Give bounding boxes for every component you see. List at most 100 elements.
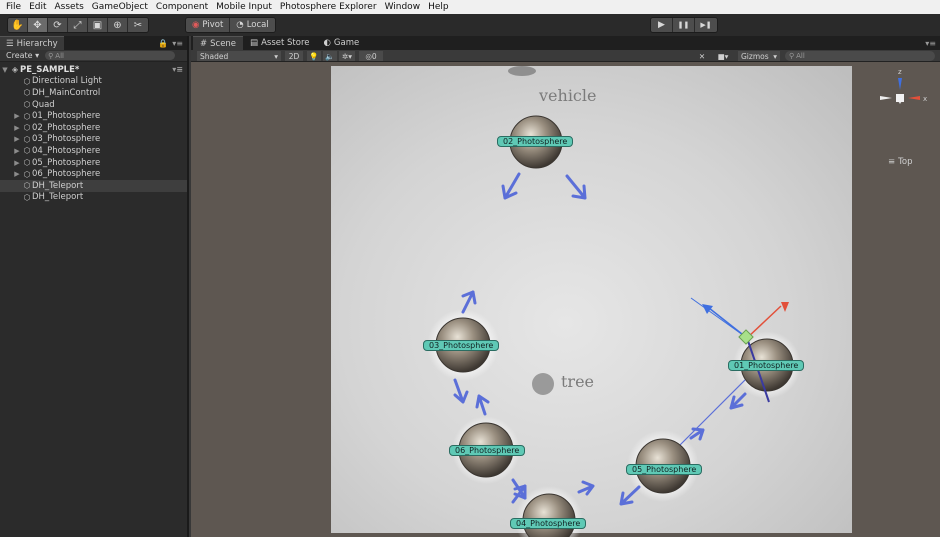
chevron-down-icon: ▾	[35, 51, 40, 60]
arrow	[461, 290, 477, 314]
gizmo-center-cube[interactable]	[896, 94, 904, 102]
rotate-tool-button[interactable]: ⟳	[48, 18, 68, 32]
expand-arrow-icon[interactable]: ▶	[12, 135, 22, 143]
pivot-label: Pivot	[202, 20, 224, 30]
expand-arrow-icon[interactable]: ▶	[12, 159, 22, 167]
scene-name: PE_SAMPLE*	[20, 64, 80, 75]
tab-asset-store[interactable]: ▤ Asset Store	[243, 36, 316, 50]
pivot-button[interactable]: ◉ Pivot	[186, 18, 231, 32]
local-button[interactable]: ◔ Local	[230, 18, 275, 32]
pivot-icon: ◉	[192, 20, 200, 30]
arrow	[565, 174, 587, 200]
play-button[interactable]: ▶	[651, 18, 673, 32]
hierarchy-search-input[interactable]: ⚲ All	[45, 51, 176, 60]
effects-dropdown[interactable]: ✲▾	[339, 51, 355, 61]
effects-icon: ✲▾	[341, 51, 353, 61]
hierarchy-item[interactable]: ⬡ Quad	[0, 99, 187, 111]
move-tool-button[interactable]: ✥	[28, 18, 48, 32]
hierarchy-item[interactable]: ⬡ DH_Teleport	[0, 192, 187, 204]
menu-item-window[interactable]: Window	[381, 0, 425, 14]
gizmos-dropdown[interactable]: Gizmos ▾	[738, 51, 780, 61]
view-orientation-label[interactable]: ≡ Top	[888, 157, 912, 167]
expand-arrow-icon[interactable]: ▼	[0, 66, 10, 74]
hierarchy-item[interactable]: ⬡ DH_Teleport	[0, 179, 187, 192]
orientation-gizmo[interactable]: z x	[860, 62, 940, 172]
arrow	[577, 480, 595, 496]
menu-item-component[interactable]: Component	[152, 0, 212, 14]
hierarchy-item[interactable]: ▶ ⬡ 05_Photosphere	[0, 157, 187, 169]
menu-item-mobile-input[interactable]: Mobile Input	[212, 0, 276, 14]
panel-menu-icon[interactable]: ▾≡	[172, 39, 183, 48]
custom-tool-button[interactable]: ✂	[128, 18, 148, 32]
panel-menu-icon[interactable]: ▾≡	[925, 39, 936, 48]
expand-arrow-icon[interactable]: ▶	[12, 170, 22, 178]
hierarchy-toolbar: Create ▾ ⚲ All	[0, 50, 187, 62]
create-dropdown[interactable]: Create ▾	[6, 51, 39, 60]
view-label-text: Top	[898, 157, 913, 167]
hierarchy-panel: ☰ Hierarchy 🔒 ▾≡ Create ▾ ⚲ All ▼ ◈ PE_S…	[0, 36, 189, 537]
step-button[interactable]: ▶❚	[695, 18, 717, 32]
arrow	[729, 392, 747, 410]
lighting-toggle-button[interactable]: 💡	[307, 51, 321, 61]
play-icon: ▶	[658, 20, 665, 30]
camera-icon: ■▾	[717, 51, 729, 61]
scale-tool-button[interactable]: ⤢	[68, 18, 88, 32]
pause-button[interactable]: ❚❚	[673, 18, 695, 32]
hierarchy-item[interactable]: ▶ ⬡ 06_Photosphere	[0, 168, 187, 180]
expand-arrow-icon[interactable]: ▶	[12, 124, 22, 132]
arrow	[619, 485, 641, 506]
scene-search-input[interactable]: ⚲ All	[785, 51, 935, 61]
menu-item-photosphere-explorer[interactable]: Photosphere Explorer	[276, 0, 381, 14]
2d-toggle-label: 2D	[288, 51, 300, 61]
hierarchy-item-label: Quad	[32, 99, 55, 110]
transform-tool-button[interactable]: ⊕	[108, 18, 128, 32]
hierarchy-tabbar: ☰ Hierarchy 🔒 ▾≡	[0, 36, 187, 50]
scene-menu-icon[interactable]: ▾≡	[172, 65, 183, 74]
pause-icon: ❚❚	[677, 21, 690, 29]
gameobject-cube-icon: ⬡	[23, 76, 31, 86]
hand-tool-button[interactable]: ✋	[8, 18, 28, 32]
2d-toggle-button[interactable]: 2D	[285, 51, 303, 61]
z-axis-extension	[690, 297, 748, 339]
gameobject-cube-icon: ⬡	[23, 158, 31, 168]
tab-scene[interactable]: # Scene	[193, 36, 244, 50]
hierarchy-item-label: DH_Teleport	[32, 180, 84, 191]
hierarchy-item[interactable]: ▶ ⬡ 01_Photosphere	[0, 110, 187, 122]
gameobject-cube-icon: ⬡	[23, 181, 31, 191]
menu-item-file[interactable]: File	[2, 0, 25, 14]
menu-item-assets[interactable]: Assets	[51, 0, 88, 14]
hierarchy-item[interactable]: ▶ ⬡ 03_Photosphere	[0, 134, 187, 146]
expand-arrow-icon[interactable]: ▶	[12, 147, 22, 155]
hierarchy-item[interactable]: ⬡ DH_MainControl	[0, 87, 187, 99]
hidden-layers-button[interactable]: ◎ 0	[359, 51, 383, 61]
arrow	[475, 394, 490, 416]
audio-toggle-button[interactable]: 🔈	[323, 51, 337, 61]
hierarchy-item[interactable]: ▶ ⬡ 02_Photosphere	[0, 122, 187, 134]
scene-root-row[interactable]: ▼ ◈ PE_SAMPLE* ▾≡	[0, 64, 187, 76]
expand-arrow-icon[interactable]: ▶	[12, 112, 22, 120]
hierarchy-item[interactable]: ⬡ Directional Light	[0, 76, 187, 88]
shading-mode-dropdown[interactable]: Shaded ▾	[197, 51, 281, 61]
x-axis-cone[interactable]	[781, 302, 789, 312]
gizmo-neg-x-cone[interactable]	[880, 96, 892, 100]
gizmo-z-cone[interactable]	[898, 78, 902, 90]
menu-item-gameobject[interactable]: GameObject	[88, 0, 152, 14]
gizmo-x-cone[interactable]	[908, 96, 920, 100]
camera-dropdown[interactable]: ■▾	[713, 51, 733, 61]
tools-settings-button[interactable]: ✕	[695, 51, 709, 61]
lock-icon[interactable]: 🔒	[158, 39, 168, 48]
hierarchy-item-label: DH_MainControl	[32, 87, 101, 98]
photosphere-label: 06_Photosphere	[449, 445, 526, 456]
gameobject-cube-icon: ⬡	[23, 169, 31, 179]
playback-controls: ▶ ❚❚ ▶❚	[650, 17, 718, 33]
hierarchy-item[interactable]: ▶ ⬡ 04_Photosphere	[0, 145, 187, 157]
tab-hierarchy[interactable]: ☰ Hierarchy	[0, 36, 64, 50]
scene-viewport[interactable]: vehicle tree 02_Photosphere 03_Photosphe…	[191, 62, 940, 537]
tab-icon: #	[200, 38, 208, 49]
menu-item-edit[interactable]: Edit	[25, 0, 50, 14]
rect-tool-button[interactable]: ▣	[88, 18, 108, 32]
menu-item-help[interactable]: Help	[424, 0, 453, 14]
tab-game[interactable]: ◐ Game	[316, 36, 366, 50]
chevron-down-icon: ▾	[274, 51, 278, 61]
scene-search-placeholder: All	[796, 52, 805, 60]
